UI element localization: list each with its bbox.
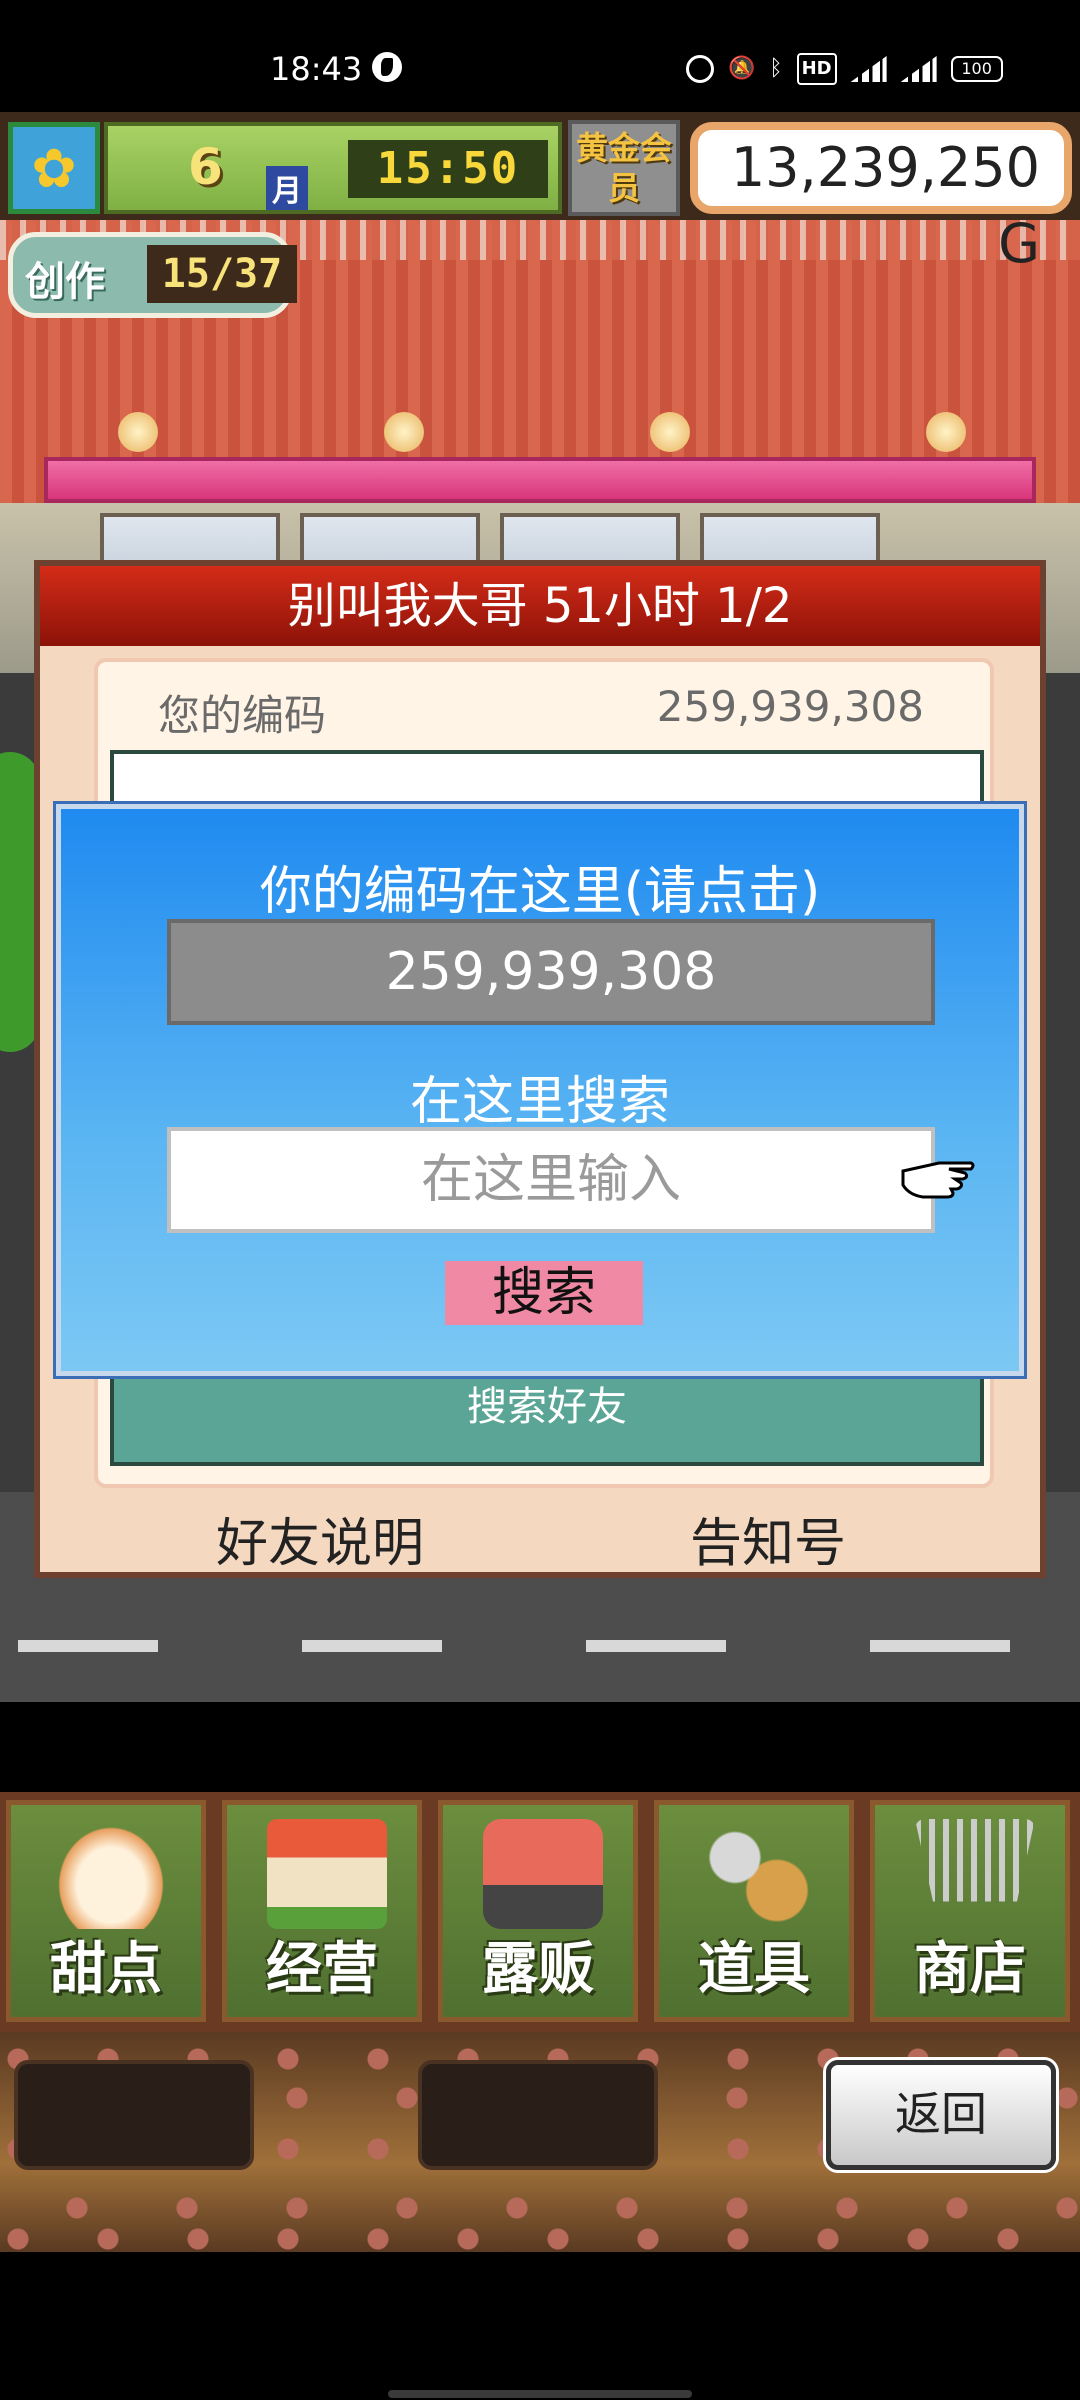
nav-dessert-label: 甜点: [50, 1937, 162, 2002]
nav-manage[interactable]: 经营: [222, 1800, 422, 2022]
nav-street-vendor-label: 露贩: [482, 1937, 594, 2002]
top-hud: ✿ 6 月 15:50 黄金会员 13,239,250 G: [0, 112, 1080, 275]
lamp-icon: [650, 412, 690, 452]
lamp-icon: [926, 412, 966, 452]
empty-slot: [14, 2060, 254, 2170]
lamp-icon: [118, 412, 158, 452]
road-marking: [870, 1640, 1010, 1652]
road-marking: [302, 1640, 442, 1652]
status-time: 18:43: [270, 50, 363, 88]
bottom-black-area: [0, 2252, 1080, 2400]
road-marking: [18, 1640, 158, 1652]
friend-code-modal: 你的编码在这里(请点击) 259,939,308 在这里搜索 在这里输入 搜索: [56, 804, 1024, 1376]
pointing-hand-icon: [901, 1161, 975, 1199]
your-code-value: 259,939,308: [656, 682, 924, 731]
globe-icon: [372, 52, 402, 82]
modal-title: 你的编码在这里(请点击): [259, 862, 821, 922]
notice-button[interactable]: 告知号: [690, 1501, 846, 1576]
month-label: 月: [266, 166, 308, 210]
alarm-icon: [686, 55, 714, 83]
status-icons: 🔕 ᛒ HD 100: [686, 53, 1003, 85]
nav-dessert[interactable]: 甜点: [6, 1800, 206, 2022]
bottom-nav: 甜点 经营 露贩 道具 商店: [0, 1792, 1080, 2032]
awning-lamps: [0, 412, 1080, 452]
lamp-icon: [384, 412, 424, 452]
friend-help-button[interactable]: 好友说明: [216, 1501, 424, 1576]
nav-store[interactable]: 商店: [870, 1800, 1070, 2022]
nav-store-label: 商店: [914, 1937, 1026, 2002]
nav-manage-label: 经营: [266, 1937, 378, 2002]
game-clock: 15:50: [348, 140, 548, 198]
calendar-display: 6 月 15:50: [104, 122, 562, 214]
status-bar: 18:43 🔕 ᛒ HD 100: [0, 0, 1080, 112]
nav-items[interactable]: 道具: [654, 1800, 854, 2022]
search-friends-button[interactable]: 搜索好友: [114, 1374, 980, 1432]
battery-icon: 100: [950, 56, 1003, 82]
items-bag-icon: [699, 1819, 819, 1929]
nav-street-vendor[interactable]: 露贩: [438, 1800, 638, 2022]
search-input[interactable]: 在这里输入: [167, 1127, 935, 1233]
shopping-cart-icon: [915, 1819, 1035, 1902]
hd-icon: HD: [796, 53, 837, 85]
food-truck-icon: [483, 1819, 603, 1929]
your-code-label: 您的编码: [158, 691, 327, 740]
panel-title: 别叫我大哥 51小时 1/2: [40, 566, 1040, 646]
gold-member-badge[interactable]: 黄金会员: [568, 120, 680, 216]
signal-4g-icon: [850, 56, 887, 82]
cake-icon: [51, 1819, 171, 1929]
sunflower-icon[interactable]: ✿: [8, 122, 100, 214]
empty-slot: [418, 2060, 658, 2170]
mute-icon: 🔕: [728, 56, 756, 81]
black-gap: [0, 1702, 1080, 1792]
your-code-box[interactable]: 259,939,308: [167, 919, 935, 1025]
road-marking: [586, 1640, 726, 1652]
home-indicator[interactable]: [388, 2390, 692, 2398]
create-count: 15/37: [147, 245, 297, 303]
nav-items-label: 道具: [698, 1937, 810, 2002]
create-progress-badge[interactable]: 创作 15/37: [8, 232, 297, 318]
month-number: 6: [188, 138, 223, 196]
search-title: 在这里搜索: [409, 1072, 670, 1132]
search-button[interactable]: 搜索: [445, 1261, 643, 1325]
money-display: 13,239,250 G: [690, 122, 1072, 275]
back-button[interactable]: 返回: [826, 2060, 1056, 2170]
bluetooth-icon: ᛒ: [769, 56, 783, 81]
pink-signboard: [44, 457, 1036, 503]
signal-4g-icon-2: [900, 56, 937, 82]
shop-building-icon: [267, 1819, 387, 1929]
create-label: 创作: [25, 259, 105, 305]
